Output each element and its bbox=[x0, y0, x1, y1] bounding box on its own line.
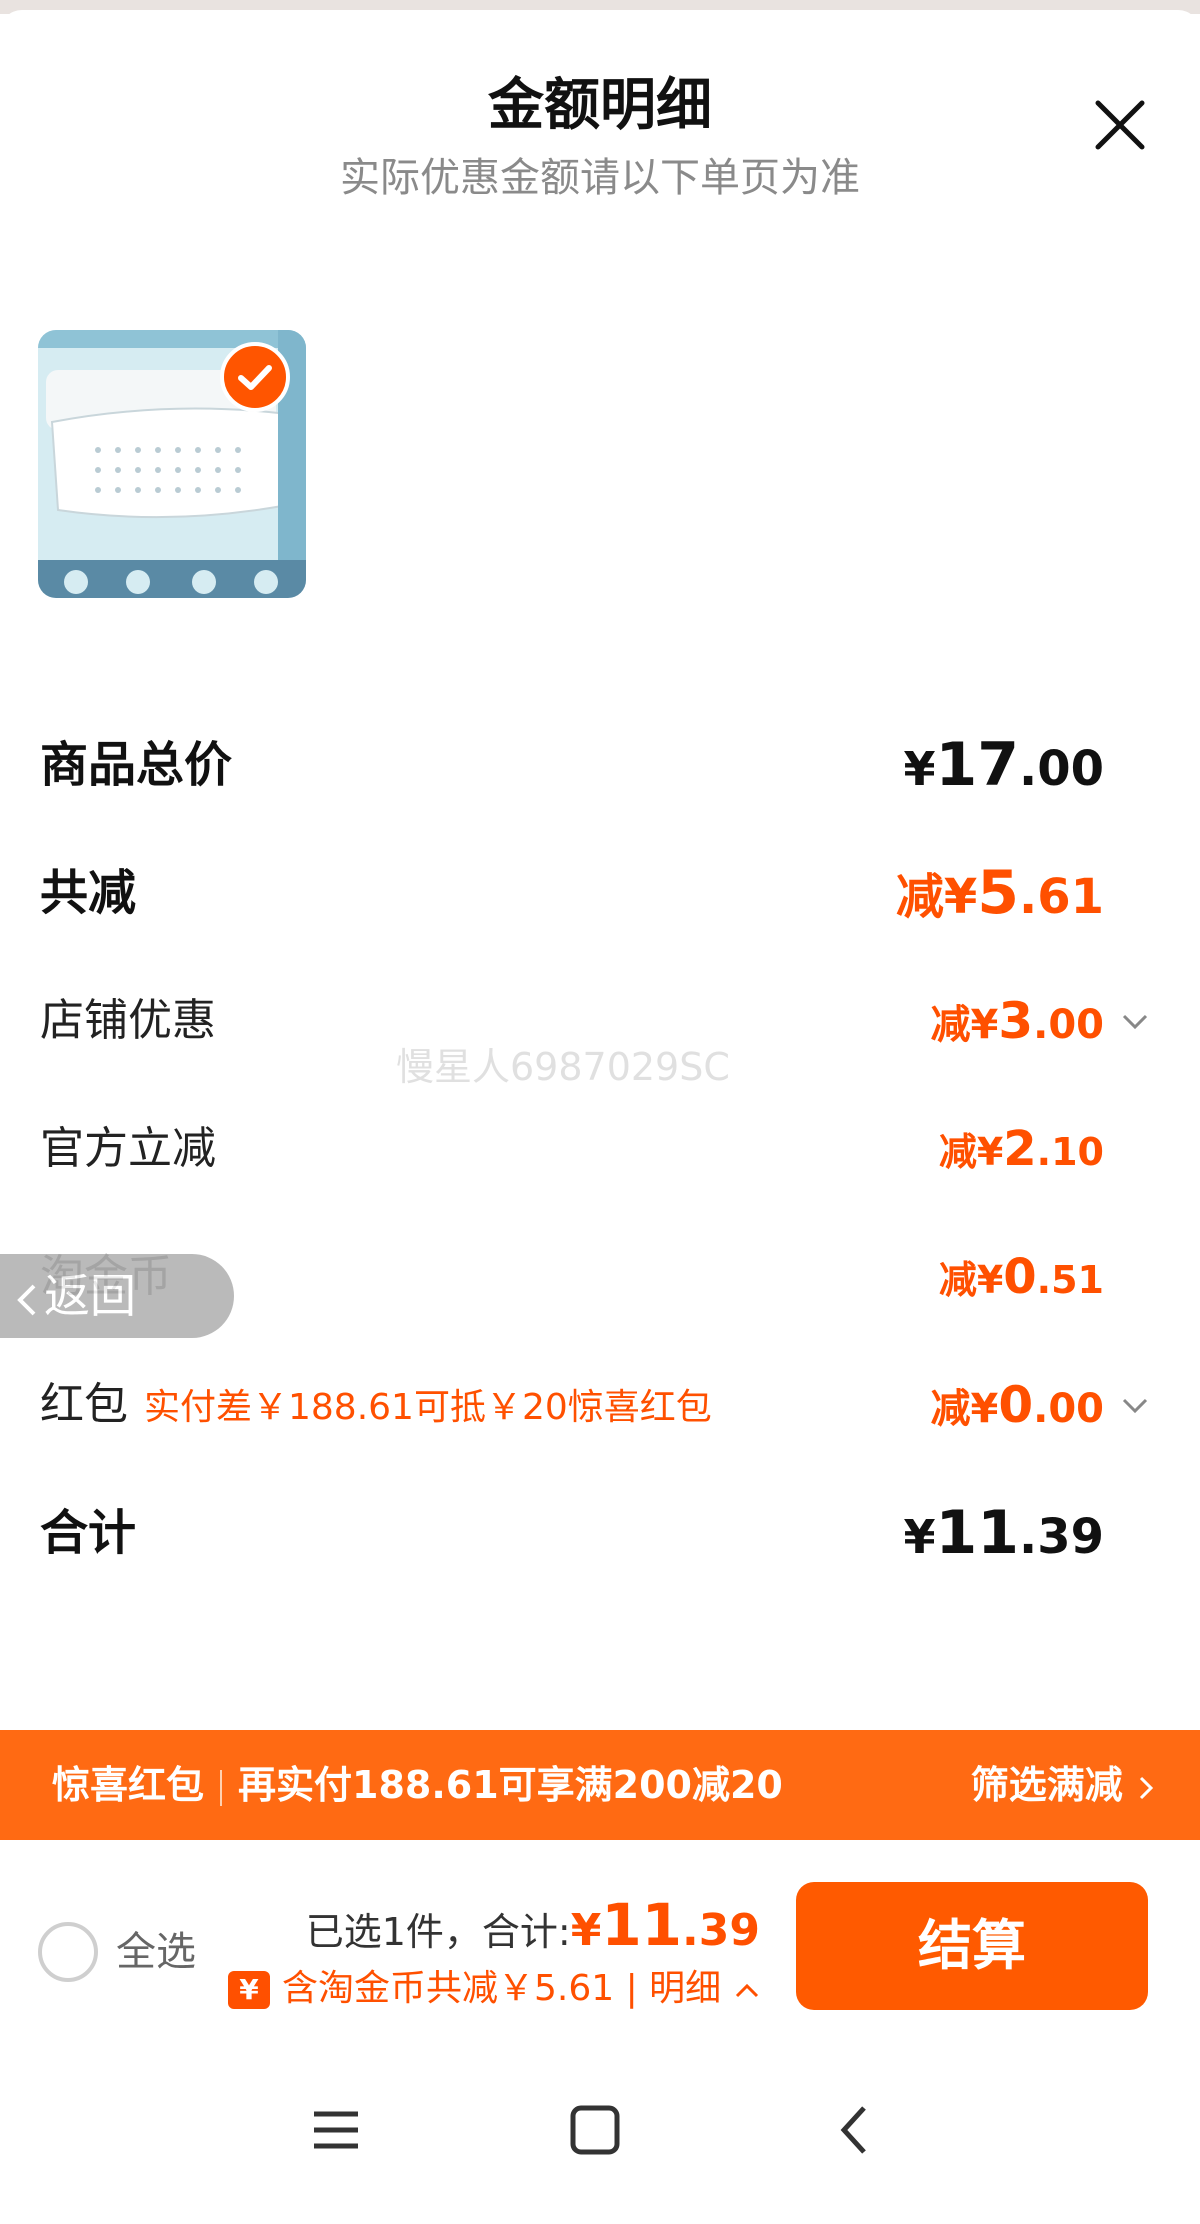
select-all-radio[interactable] bbox=[38, 1922, 98, 1982]
promo-tag: 惊喜红包 bbox=[52, 1763, 205, 1807]
back-button[interactable]: 返回 bbox=[0, 1254, 234, 1338]
discount-detail-toggle[interactable]: 含淘金币共减￥5.61 | 明细 bbox=[228, 1958, 761, 2020]
back-label: 返回 bbox=[44, 1269, 136, 1323]
selected-count-text: 已选1件，合计: bbox=[305, 1910, 571, 1954]
chevron-left-icon bbox=[17, 1284, 36, 1315]
row-red-packet[interactable]: 红包 实付差￥188.61可抵￥20惊喜红包 减¥0.00 bbox=[40, 1370, 1148, 1440]
total-reduction-value: 减¥5.61 bbox=[895, 858, 1104, 928]
page-subtitle: 实际优惠金额请以下单页为准 bbox=[340, 155, 860, 201]
total-label: 合计 bbox=[40, 1505, 137, 1561]
promo-message: 再实付188.61可享满200减20 bbox=[238, 1763, 783, 1807]
divider bbox=[220, 1769, 223, 1806]
selected-check-icon[interactable] bbox=[220, 342, 290, 412]
footer-total: ¥11.39 bbox=[570, 1891, 760, 1959]
total-value: ¥11.39 bbox=[903, 1498, 1104, 1568]
row-total: 合计 ¥11.39 bbox=[40, 1498, 1140, 1568]
filter-discount-link[interactable]: 筛选满减 bbox=[971, 1730, 1156, 1840]
chevron-down-icon[interactable] bbox=[1118, 1004, 1152, 1038]
official-discount-label: 官方立减 bbox=[40, 1123, 216, 1174]
tao-coin-value: 减¥0.51 bbox=[938, 1249, 1104, 1305]
total-price-value: ¥17.00 bbox=[903, 730, 1104, 800]
home-icon[interactable] bbox=[565, 2100, 625, 2160]
coupon-icon bbox=[228, 1971, 270, 2009]
menu-icon[interactable] bbox=[306, 2100, 366, 2160]
select-all-label[interactable]: 全选 bbox=[116, 1922, 196, 1982]
promo-banner[interactable]: 惊喜红包 再实付188.61可享满200减20 筛选满减 bbox=[0, 1730, 1200, 1840]
page-title: 金额明细 bbox=[488, 73, 712, 138]
red-packet-value: 减¥0.00 bbox=[930, 1376, 1105, 1434]
system-nav-bar bbox=[0, 2060, 1200, 2200]
row-total-reduction: 共减 减¥5.61 bbox=[40, 858, 1140, 928]
checkout-button[interactable]: 结算 bbox=[796, 1882, 1148, 2010]
total-price-label: 商品总价 bbox=[40, 737, 233, 793]
watermark-text: 慢星人6987029SC bbox=[396, 1045, 730, 1089]
red-packet-label: 红包 实付差￥188.61可抵￥20惊喜红包 bbox=[40, 1379, 712, 1430]
red-packet-hint: 实付差￥188.61可抵￥20惊喜红包 bbox=[144, 1387, 712, 1428]
shop-discount-label: 店铺优惠 bbox=[40, 995, 216, 1046]
close-icon[interactable] bbox=[1090, 95, 1150, 155]
chevron-right-icon bbox=[1139, 1776, 1154, 1799]
back-nav-icon[interactable] bbox=[826, 2100, 886, 2160]
total-reduction-label: 共减 bbox=[40, 865, 137, 921]
shop-discount-value: 减¥3.00 bbox=[930, 992, 1105, 1050]
row-official-discount: 官方立减 减¥2.10 bbox=[40, 1114, 1140, 1184]
chevron-down-icon[interactable] bbox=[1118, 1388, 1152, 1422]
official-discount-value: 减¥2.10 bbox=[938, 1121, 1104, 1177]
row-total-price: 商品总价 ¥17.00 bbox=[40, 730, 1140, 800]
chevron-up-icon bbox=[735, 1983, 758, 1998]
summary-line: 已选1件，合计:¥11.39 bbox=[306, 1890, 760, 1967]
